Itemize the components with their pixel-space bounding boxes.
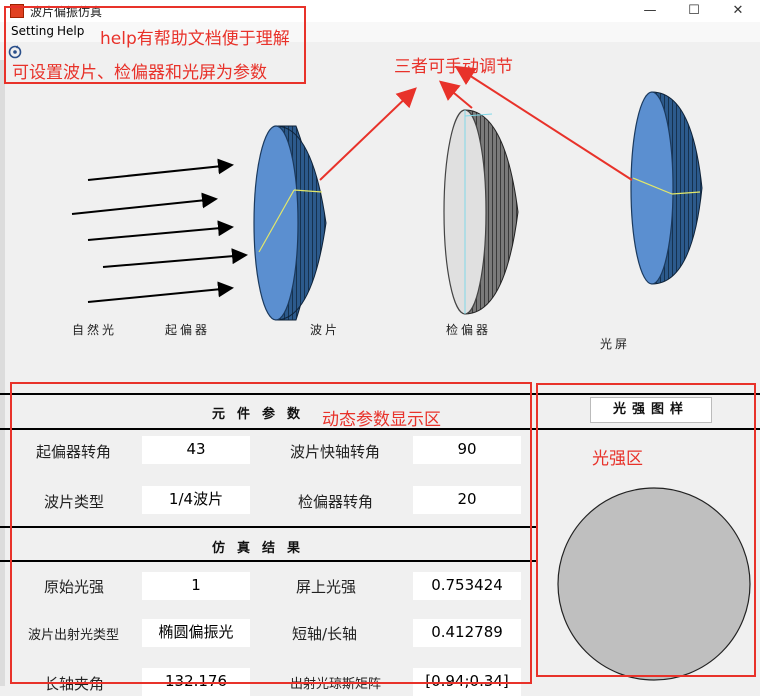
adjust-note: 三者可手动调节 bbox=[394, 57, 513, 77]
wave-plate-disk[interactable] bbox=[253, 125, 327, 321]
screen-disk[interactable] bbox=[630, 91, 703, 285]
incident-rays bbox=[71, 158, 248, 303]
close-button[interactable]: ✕ bbox=[716, 0, 760, 22]
label-natural-light: 自然光 bbox=[72, 323, 118, 337]
label-analyzer: 检偏器 bbox=[446, 323, 492, 337]
minimize-button[interactable]: — bbox=[628, 0, 672, 22]
settings-note: 可设置波片、检偏器和光屏为参数 bbox=[12, 63, 267, 83]
label-polarizer: 起偏器 bbox=[165, 323, 211, 337]
label-wave-plate: 波片 bbox=[310, 323, 341, 337]
help-note: help有帮助文档便于理解 bbox=[100, 29, 290, 49]
intensity-annotation-box bbox=[536, 383, 756, 677]
intensity-note: 光强区 bbox=[592, 449, 643, 469]
maximize-button[interactable]: ☐ bbox=[672, 0, 716, 22]
params-annotation-box bbox=[10, 382, 532, 684]
params-note: 动态参数显示区 bbox=[322, 410, 441, 430]
label-screen: 光屏 bbox=[600, 337, 631, 351]
analyzer-disk[interactable] bbox=[443, 109, 519, 315]
